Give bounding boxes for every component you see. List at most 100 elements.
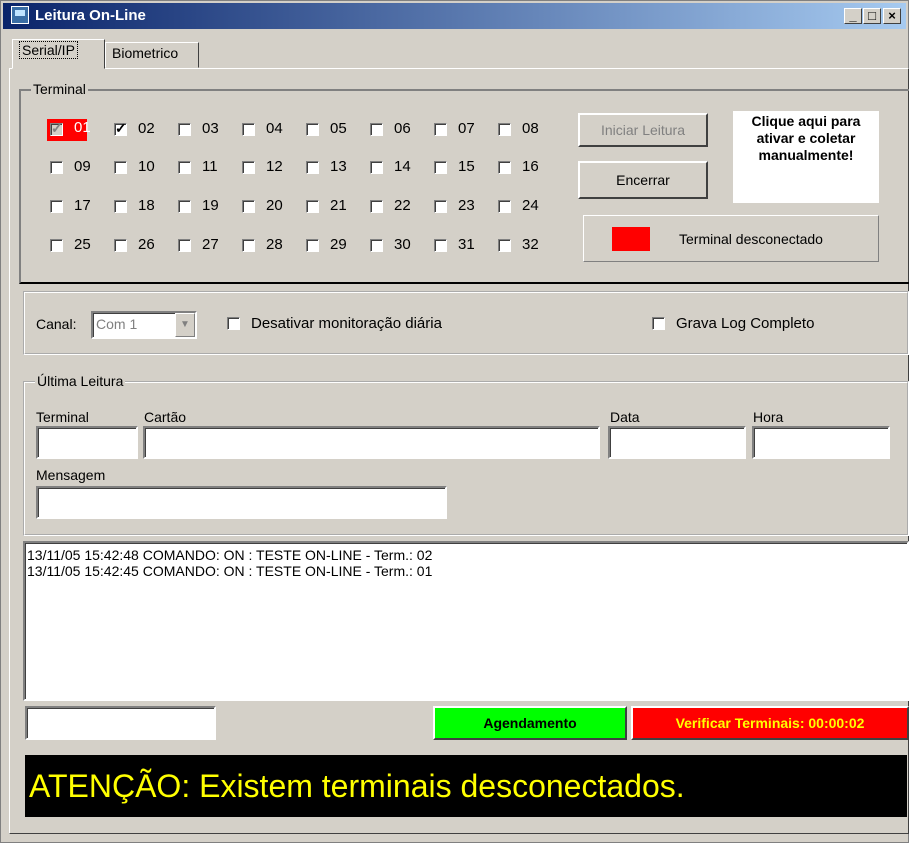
date-field[interactable]: [608, 426, 746, 459]
terminal-checkbox-label: 04: [266, 120, 283, 137]
status-panel: Terminal desconectado: [583, 215, 879, 262]
terminal-checkbox-label: 15: [458, 158, 475, 175]
terminal-checkbox-label: 29: [330, 236, 347, 253]
card-field[interactable]: [143, 426, 600, 459]
close-button[interactable]: ×: [883, 8, 901, 24]
terminal-checkbox-label: 17: [74, 197, 91, 214]
terminal-checkbox-label: 24: [522, 197, 539, 214]
terminal-checkbox-label: 20: [266, 197, 283, 214]
terminal-checkbox-19[interactable]: [178, 200, 191, 213]
terminal-checkbox-15[interactable]: [434, 161, 447, 174]
terminal-checkbox-label: 03: [202, 120, 219, 137]
last-read-legend: Última Leitura: [35, 373, 126, 389]
tab-biometrico-label: Biometrico: [112, 45, 179, 61]
terminal-checkbox-28[interactable]: [242, 239, 255, 252]
terminal-checkbox-label: 09: [74, 158, 91, 175]
terminal-checkbox-27[interactable]: [178, 239, 191, 252]
title-bar[interactable]: Leitura On-Line _ □ ×: [3, 3, 906, 29]
terminal-checkbox-30[interactable]: [370, 239, 383, 252]
time-field-label: Hora: [753, 409, 784, 425]
terminal-checkbox-2[interactable]: [114, 120, 127, 137]
terminal-checkbox-31[interactable]: [434, 239, 447, 252]
terminal-checkbox-label: 16: [522, 158, 539, 175]
terminal-checkbox-22[interactable]: [370, 200, 383, 213]
terminal-checkbox-16[interactable]: [498, 161, 511, 174]
message-field-label: Mensagem: [36, 467, 106, 483]
terminal-field-label: Terminal: [36, 409, 89, 425]
terminal-checkbox-3[interactable]: [178, 123, 191, 136]
terminal-checkbox-23[interactable]: [434, 200, 447, 213]
minimize-button[interactable]: _: [844, 8, 862, 24]
message-field[interactable]: [36, 486, 447, 519]
terminal-checkbox-label: 27: [202, 236, 219, 253]
terminal-checkbox-6[interactable]: [370, 123, 383, 136]
start-reading-button[interactable]: Iniciar Leitura: [578, 113, 708, 147]
terminal-checkbox-label: 13: [330, 158, 347, 175]
manual-collect-button[interactable]: Clique aqui para ativar e coletar manual…: [733, 111, 879, 203]
terminal-checkbox-11[interactable]: [178, 161, 191, 174]
log-line: 13/11/05 15:42:48 COMANDO: ON : TESTE ON…: [27, 547, 433, 563]
terminal-checkbox-label: 11: [202, 158, 218, 175]
terminal-checkbox-label: 18: [138, 197, 155, 214]
terminal-checkbox-label: 22: [394, 197, 411, 214]
check-terminals-button[interactable]: Verificar Terminais: 00:00:02: [631, 706, 909, 740]
terminal-checkbox-17[interactable]: [50, 200, 63, 213]
terminal-checkbox-9[interactable]: [50, 161, 63, 174]
alert-banner: ATENÇÃO: Existem terminais desconectados…: [25, 755, 907, 817]
log-list[interactable]: 13/11/05 15:42:48 COMANDO: ON : TESTE ON…: [23, 541, 909, 701]
terminal-checkbox-20[interactable]: [242, 200, 255, 213]
status-label: Terminal desconectado: [679, 231, 823, 247]
terminal-checkbox-label: 19: [202, 197, 219, 214]
terminal-checkbox-8[interactable]: [498, 123, 511, 136]
disable-monitoring-label: Desativar monitoração diária: [251, 315, 442, 332]
window-title: Leitura On-Line: [35, 7, 146, 24]
terminal-checkbox-32[interactable]: [498, 239, 511, 252]
canal-label: Canal:: [36, 316, 77, 332]
canal-value: Com 1: [96, 316, 138, 332]
terminal-checkbox-label: 21: [330, 197, 347, 214]
terminal-checkbox-label: 07: [458, 120, 475, 137]
terminal-checkbox-label: 30: [394, 236, 411, 253]
terminal-checkbox-18[interactable]: [114, 200, 127, 213]
terminal-checkbox-29[interactable]: [306, 239, 319, 252]
terminal-checkbox-12[interactable]: [242, 161, 255, 174]
terminal-checkbox-label: 10: [138, 158, 155, 175]
full-log-label: Grava Log Completo: [676, 315, 815, 332]
log-line: 13/11/05 15:42:45 COMANDO: ON : TESTE ON…: [27, 563, 433, 579]
card-field-label: Cartão: [144, 409, 187, 425]
stop-button[interactable]: Encerrar: [578, 161, 708, 199]
maximize-button[interactable]: □: [863, 8, 881, 24]
canal-select[interactable]: Com 1 ▼: [91, 311, 197, 339]
terminal-checkbox-label: 08: [522, 120, 539, 137]
schedule-button[interactable]: Agendamento: [433, 706, 627, 740]
time-field[interactable]: [752, 426, 890, 459]
terminal-checkbox-label: 23: [458, 197, 475, 214]
terminal-checkbox-13[interactable]: [306, 161, 319, 174]
footer-input[interactable]: [25, 706, 216, 740]
terminal-checkbox-4[interactable]: [242, 123, 255, 136]
terminal-checkbox-1[interactable]: [50, 120, 63, 137]
status-indicator: [612, 227, 650, 251]
terminal-checkbox-10[interactable]: [114, 161, 127, 174]
disable-monitoring-checkbox[interactable]: [227, 317, 240, 330]
terminal-checkbox-5[interactable]: [306, 123, 319, 136]
terminal-field[interactable]: [36, 426, 138, 459]
terminal-checkbox-14[interactable]: [370, 161, 383, 174]
tab-serial-ip-label: Serial/IP: [19, 41, 78, 59]
full-log-checkbox[interactable]: [652, 317, 665, 330]
terminal-checkbox-26[interactable]: [114, 239, 127, 252]
terminal-checkbox-7[interactable]: [434, 123, 447, 136]
terminal-checkbox-label: 26: [138, 236, 155, 253]
terminal-checkbox-label: 05: [330, 120, 347, 137]
terminal-checkbox-label: 12: [266, 158, 283, 175]
tab-serial-ip[interactable]: Serial/IP: [12, 39, 105, 69]
chevron-down-icon[interactable]: ▼: [175, 313, 195, 337]
terminal-checkbox-label: 31: [458, 236, 475, 253]
tab-biometrico[interactable]: Biometrico: [105, 42, 199, 68]
terminal-checkbox-label: 14: [394, 158, 411, 175]
terminal-checkbox-21[interactable]: [306, 200, 319, 213]
main-window: Leitura On-Line _ □ × Serial/IP Biometri…: [0, 0, 909, 843]
terminal-checkbox-24[interactable]: [498, 200, 511, 213]
terminal-checkbox-25[interactable]: [50, 239, 63, 252]
terminal-checkbox-label: 32: [522, 236, 539, 253]
